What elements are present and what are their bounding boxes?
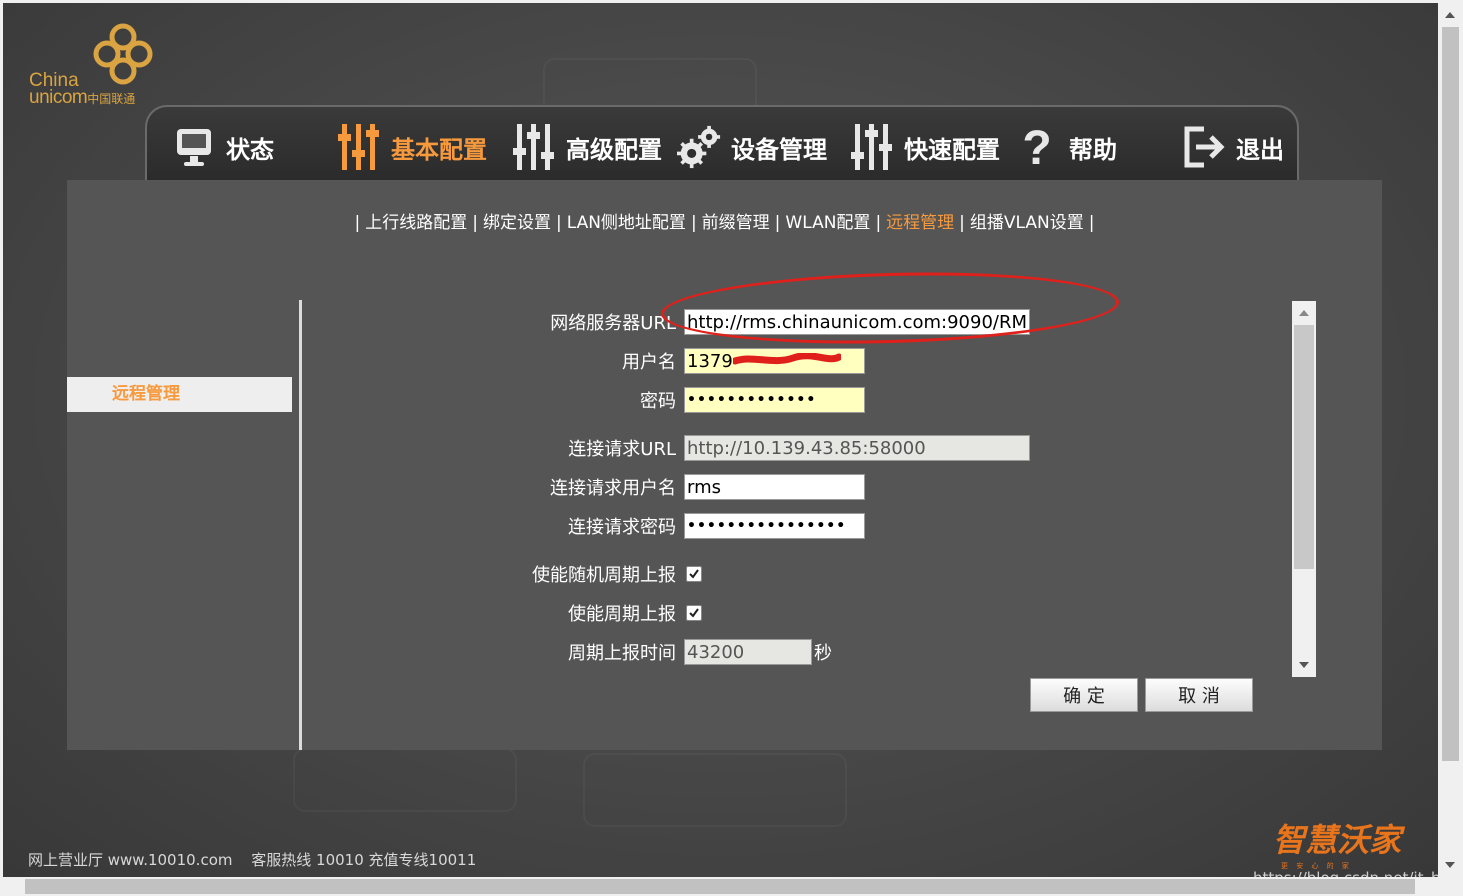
sliders-quick-icon <box>850 122 894 172</box>
subnav-lan-address[interactable]: LAN侧地址配置 <box>567 213 686 233</box>
nav-advanced-config[interactable]: 高级配置 <box>512 117 662 177</box>
subnav-separator: | <box>959 213 965 233</box>
conn-url-input[interactable] <box>684 435 1030 461</box>
conn-url-row: 连接请求URL <box>307 434 1030 462</box>
subnav-prefix[interactable]: 前缀管理 <box>702 213 770 233</box>
browser-horizontal-scrollbar[interactable] <box>3 877 1438 896</box>
footer-hotline: 客服热线 10010 充值专线10011 <box>251 851 477 869</box>
gears-icon <box>677 122 721 172</box>
period-input[interactable] <box>684 639 812 665</box>
scroll-thumb[interactable] <box>25 879 1415 894</box>
conn-user-label: 连接请求用户名 <box>550 478 676 499</box>
nav-device-management[interactable]: 设备管理 <box>677 117 827 177</box>
scroll-thumb[interactable] <box>1442 27 1459 761</box>
main-nav: 状态 基本配置 高级配置 设备管理 快速配置 ? 帮助 退出 <box>145 105 1299 185</box>
conn-pass-row: 连接请求密码 <box>307 512 865 540</box>
nav-status[interactable]: 状态 <box>172 117 274 177</box>
unicom-knot-icon <box>93 23 153 85</box>
subnav-separator: | <box>354 213 361 233</box>
logout-icon <box>1182 122 1226 172</box>
content-panel: | 上行线路配置 | 绑定设置 | LAN侧地址配置 | 前缀管理 | WLAN配置 | 远程管理 | 组… <box>67 180 1382 750</box>
nav-logout[interactable]: 退出 <box>1182 117 1284 177</box>
password-row: 密码 <box>307 386 865 414</box>
question-icon: ? <box>1015 122 1059 172</box>
username-label: 用户名 <box>622 352 676 373</box>
nav-basic-config-label: 基本配置 <box>391 135 487 164</box>
subnav-separator: | <box>690 213 697 233</box>
scroll-up-icon[interactable] <box>1292 303 1316 323</box>
subnav-multicast-vlan[interactable]: 组播VLAN设置 <box>970 213 1084 233</box>
footer: 网上营业厅 www.10010.com 客服热线 10010 充值专线10011 <box>28 849 490 870</box>
subnav-separator: | <box>875 213 882 233</box>
subnav-separator: | <box>555 213 562 233</box>
password-input[interactable] <box>684 387 865 413</box>
conn-pass-input[interactable] <box>684 513 865 539</box>
conn-user-input[interactable] <box>684 474 865 500</box>
random-report-row: 使能随机周期上报 <box>307 560 702 588</box>
red-redaction-scribble <box>733 353 841 365</box>
router-admin-page: China unicom中国联通 状态 基本配置 高级配置 设备管理 快速配置 … <box>3 3 1438 877</box>
background-decoration <box>293 748 517 812</box>
server-url-label: 网络服务器URL <box>550 313 676 334</box>
nav-status-label: 状态 <box>226 135 274 164</box>
sub-nav: | 上行线路配置 | 绑定设置 | LAN侧地址配置 | 前缀管理 | WLAN配置 | 远程管理 | 组… <box>67 208 1382 233</box>
nav-basic-config[interactable]: 基本配置 <box>337 117 487 177</box>
sidebar-divider <box>299 300 302 750</box>
subnav-wlan[interactable]: WLAN配置 <box>785 213 870 233</box>
conn-pass-label: 连接请求密码 <box>568 517 676 538</box>
background-decoration <box>583 753 847 827</box>
logo-unicom-cn: 中国联通 <box>87 92 136 106</box>
subnav-remote-management[interactable]: 远程管理 <box>886 213 954 233</box>
ok-button[interactable]: 确 定 <box>1030 678 1138 712</box>
browser-vertical-scrollbar[interactable] <box>1440 3 1460 877</box>
random-report-checkbox[interactable] <box>686 566 702 582</box>
nav-help-label: 帮助 <box>1069 135 1117 164</box>
china-unicom-logo: China unicom中国联通 <box>25 23 165 113</box>
scroll-thumb[interactable] <box>1294 325 1314 569</box>
password-label: 密码 <box>640 391 676 412</box>
scroll-up-icon[interactable] <box>1440 5 1460 25</box>
periodic-report-checkbox[interactable] <box>686 605 702 621</box>
cancel-button[interactable]: 取 消 <box>1145 678 1253 712</box>
periodic-report-row: 使能周期上报 <box>307 599 702 627</box>
check-icon <box>689 569 699 579</box>
subnav-separator: | <box>774 213 781 233</box>
sidebar-item-remote-management[interactable]: 远程管理 <box>67 377 292 412</box>
random-report-label: 使能随机周期上报 <box>532 565 676 586</box>
svg-text:?: ? <box>1022 122 1051 172</box>
logo-unicom-text: unicom中国联通 <box>29 87 135 109</box>
sliders-icon <box>337 122 381 172</box>
periodic-report-label: 使能周期上报 <box>568 604 676 625</box>
period-unit: 秒 <box>814 643 832 664</box>
logo-unicom-en: unicom <box>29 87 88 108</box>
scroll-down-icon[interactable] <box>1440 855 1460 875</box>
conn-user-row: 连接请求用户名 <box>307 473 865 501</box>
subnav-binding[interactable]: 绑定设置 <box>483 213 551 233</box>
nav-quick-config[interactable]: 快速配置 <box>850 117 1000 177</box>
nav-quick-config-label: 快速配置 <box>904 135 1000 164</box>
nav-help[interactable]: ? 帮助 <box>1015 117 1117 177</box>
nav-device-management-label: 设备管理 <box>731 135 827 164</box>
brand-logo: 智慧沃家 <box>1273 821 1402 859</box>
scroll-down-icon[interactable] <box>1292 655 1316 675</box>
sliders-advanced-icon <box>512 122 556 172</box>
period-row: 周期上报时间 秒 <box>307 638 832 666</box>
csdn-watermark: https://blog.csdn.net/jt_bool <box>1253 869 1438 877</box>
subnav-separator: | <box>472 213 478 233</box>
subnav-uplink[interactable]: 上行线路配置 <box>365 213 467 233</box>
check-icon <box>689 608 699 618</box>
conn-url-label: 连接请求URL <box>568 439 676 460</box>
period-label: 周期上报时间 <box>568 643 676 664</box>
subnav-separator: | <box>1088 213 1095 233</box>
nav-advanced-config-label: 高级配置 <box>566 135 662 164</box>
form-scrollbar[interactable] <box>1292 301 1316 677</box>
footer-site-link[interactable]: 网上营业厅 www.10010.com <box>28 851 233 869</box>
nav-logout-label: 退出 <box>1236 135 1284 164</box>
monitor-icon <box>172 122 216 172</box>
